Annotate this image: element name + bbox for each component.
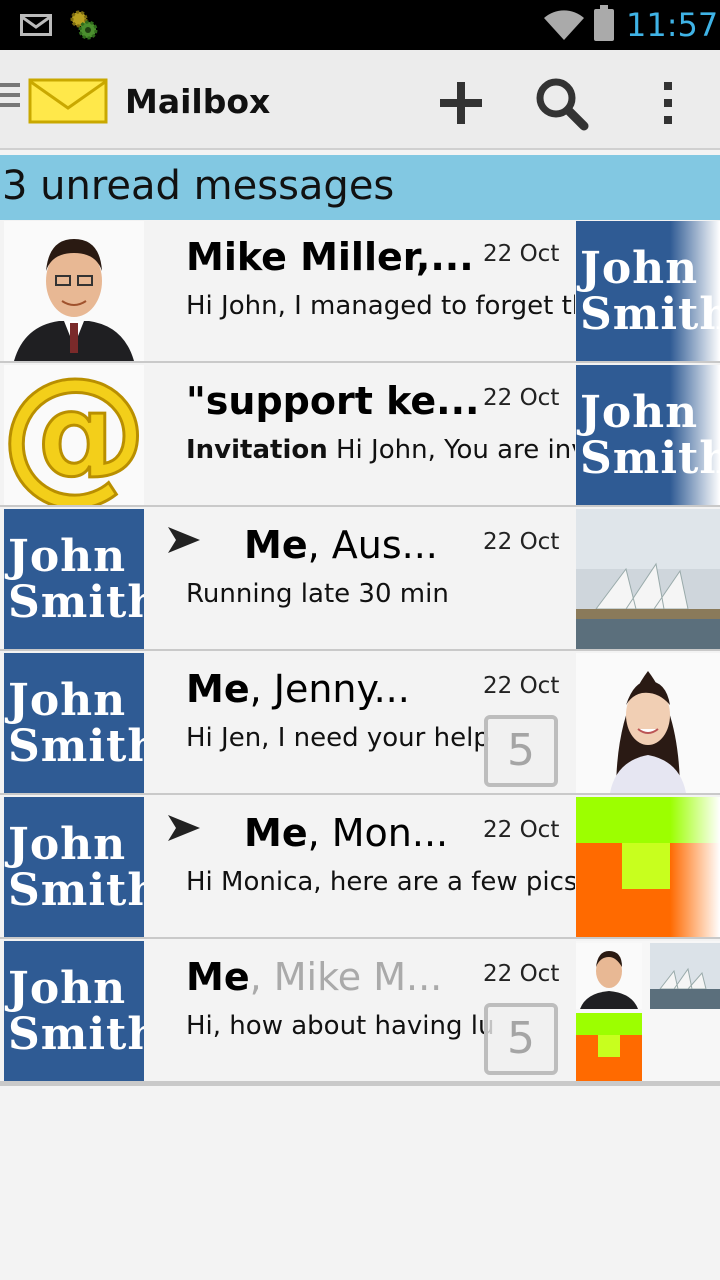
message-preview: Running late 30 min	[186, 579, 449, 609]
sent-arrow-icon	[168, 815, 200, 841]
mixed-thumbnails-icon	[576, 941, 720, 1081]
message-preview: Hi, how about having lu	[186, 1011, 495, 1041]
person-photo-icon	[4, 221, 144, 361]
message-content[interactable]: Me, Mon... 22 Oct Hi Monica, here are a …	[146, 797, 575, 937]
message-date: 22 Oct	[483, 241, 560, 267]
sender-name: Me, Jenny...	[186, 667, 410, 711]
message-content[interactable]: Me, Mike M... 22 Oct Hi, how about havin…	[146, 941, 575, 1081]
message-content[interactable]: Mike Miller,... 22 Oct Hi John, I manage…	[146, 221, 575, 361]
contact-thumbnail: John Smith	[576, 365, 720, 505]
message-row[interactable]: JohnSmith Me, Mike M... 22 Oct Hi, how a…	[0, 941, 720, 1083]
color-blocks-image-icon	[576, 797, 720, 937]
status-bar: 11:57	[0, 0, 720, 50]
sender-name: Me, Mike M...	[186, 955, 443, 999]
contact-thumbnail	[576, 653, 720, 793]
thread-count-badge: 5	[484, 1003, 558, 1075]
contact-thumbnail: John Smith	[576, 221, 720, 361]
message-date: 22 Oct	[483, 673, 560, 699]
message-content[interactable]: Me, Aus... 22 Oct Running late 30 min	[146, 509, 575, 649]
overflow-menu-button[interactable]	[640, 74, 696, 132]
message-preview: Invitation Hi John, You are invi	[186, 435, 575, 465]
message-date: 22 Oct	[483, 961, 560, 987]
message-date: 22 Oct	[483, 385, 560, 411]
message-row[interactable]: JohnSmith Me, Aus... 22 Oct Running late…	[0, 509, 720, 651]
sender-name: Me, Aus...	[244, 523, 438, 567]
sender-name: Mike Miller,...	[186, 235, 474, 279]
message-row[interactable]: JohnSmith Me, Mon... 22 Oct Hi Monica, h…	[0, 797, 720, 939]
sender-avatar: @	[4, 365, 144, 505]
message-date: 22 Oct	[483, 529, 560, 555]
drawer-indicator-icon[interactable]	[0, 83, 20, 109]
action-bar: Mailbox	[0, 50, 720, 150]
mail-app-logo-icon[interactable]	[28, 78, 108, 124]
photo-thumbnail	[576, 797, 720, 937]
message-row[interactable]: JohnSmith Me, Jenny... 22 Oct Hi Jen, I …	[0, 653, 720, 795]
unread-count-text: 3 unread messages	[2, 163, 395, 209]
sender-avatar: JohnSmith	[4, 941, 144, 1081]
woman-photo-icon	[576, 653, 720, 793]
page-title: Mailbox	[125, 82, 271, 121]
message-preview: Hi John, I managed to forget th	[186, 291, 575, 321]
wifi-icon	[544, 10, 584, 40]
message-content[interactable]: "support ke... 22 Oct Invitation Hi John…	[146, 365, 575, 505]
message-row[interactable]: @ "support ke... 22 Oct Invitation Hi Jo…	[0, 365, 720, 507]
message-date: 22 Oct	[483, 817, 560, 843]
sender-avatar: JohnSmith	[4, 797, 144, 937]
message-preview: Hi Monica, here are a few pics	[186, 867, 575, 897]
message-content[interactable]: Me, Jenny... 22 Oct Hi Jen, I need your …	[146, 653, 575, 793]
photo-thumbnail	[576, 509, 720, 649]
sender-avatar: JohnSmith	[4, 509, 144, 649]
battery-icon	[594, 5, 614, 41]
svg-text:@: @	[4, 365, 144, 505]
at-sign-icon: @	[4, 365, 144, 505]
sender-name: Me, Mon...	[244, 811, 449, 855]
message-preview: Hi Jen, I need your help	[186, 723, 490, 753]
unread-count-banner: 3 unread messages	[0, 155, 720, 220]
attachment-thumbnail-grid	[576, 941, 720, 1081]
clock: 11:57	[626, 6, 719, 44]
sender-avatar	[4, 221, 144, 361]
gear-notification-icon	[70, 10, 98, 40]
sender-avatar: JohnSmith	[4, 653, 144, 793]
search-button[interactable]	[532, 74, 590, 132]
sent-arrow-icon	[168, 527, 200, 553]
email-notification-icon	[20, 14, 52, 36]
message-row[interactable]: Mike Miller,... 22 Oct Hi John, I manage…	[0, 221, 720, 363]
opera-house-photo-icon	[576, 509, 720, 649]
list-end-divider	[0, 1083, 720, 1086]
thread-count-badge: 5	[484, 715, 558, 787]
compose-add-button[interactable]	[432, 74, 490, 132]
sender-name: "support ke...	[186, 379, 480, 423]
